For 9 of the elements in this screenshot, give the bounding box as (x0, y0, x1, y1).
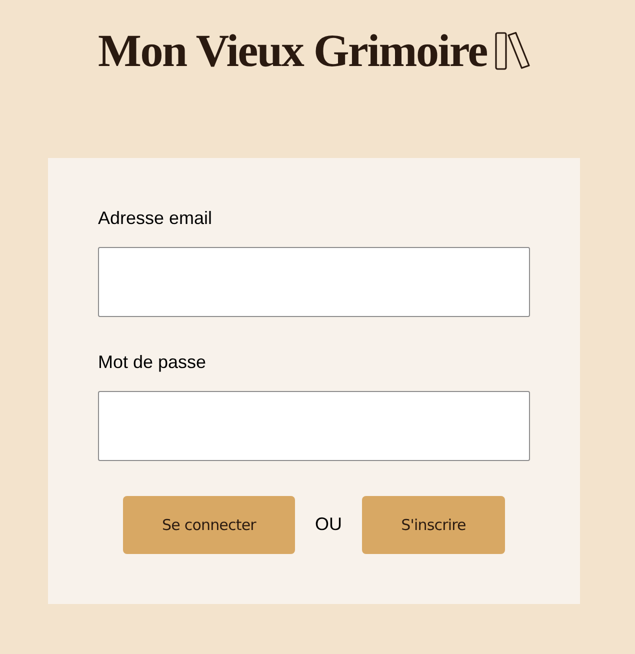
input-field[interactable] (98, 391, 530, 461)
field-label: Adresse email (98, 208, 212, 228)
input-field[interactable] (98, 247, 530, 317)
action-button[interactable]: S'inscrire (362, 496, 505, 554)
field-label: Mot de passe (98, 352, 206, 372)
books-icon (494, 32, 530, 70)
site-title: Mon Vieux Grimoire (98, 24, 487, 78)
or-text: OU (315, 514, 342, 534)
action-button[interactable]: Se connecter (123, 496, 295, 554)
